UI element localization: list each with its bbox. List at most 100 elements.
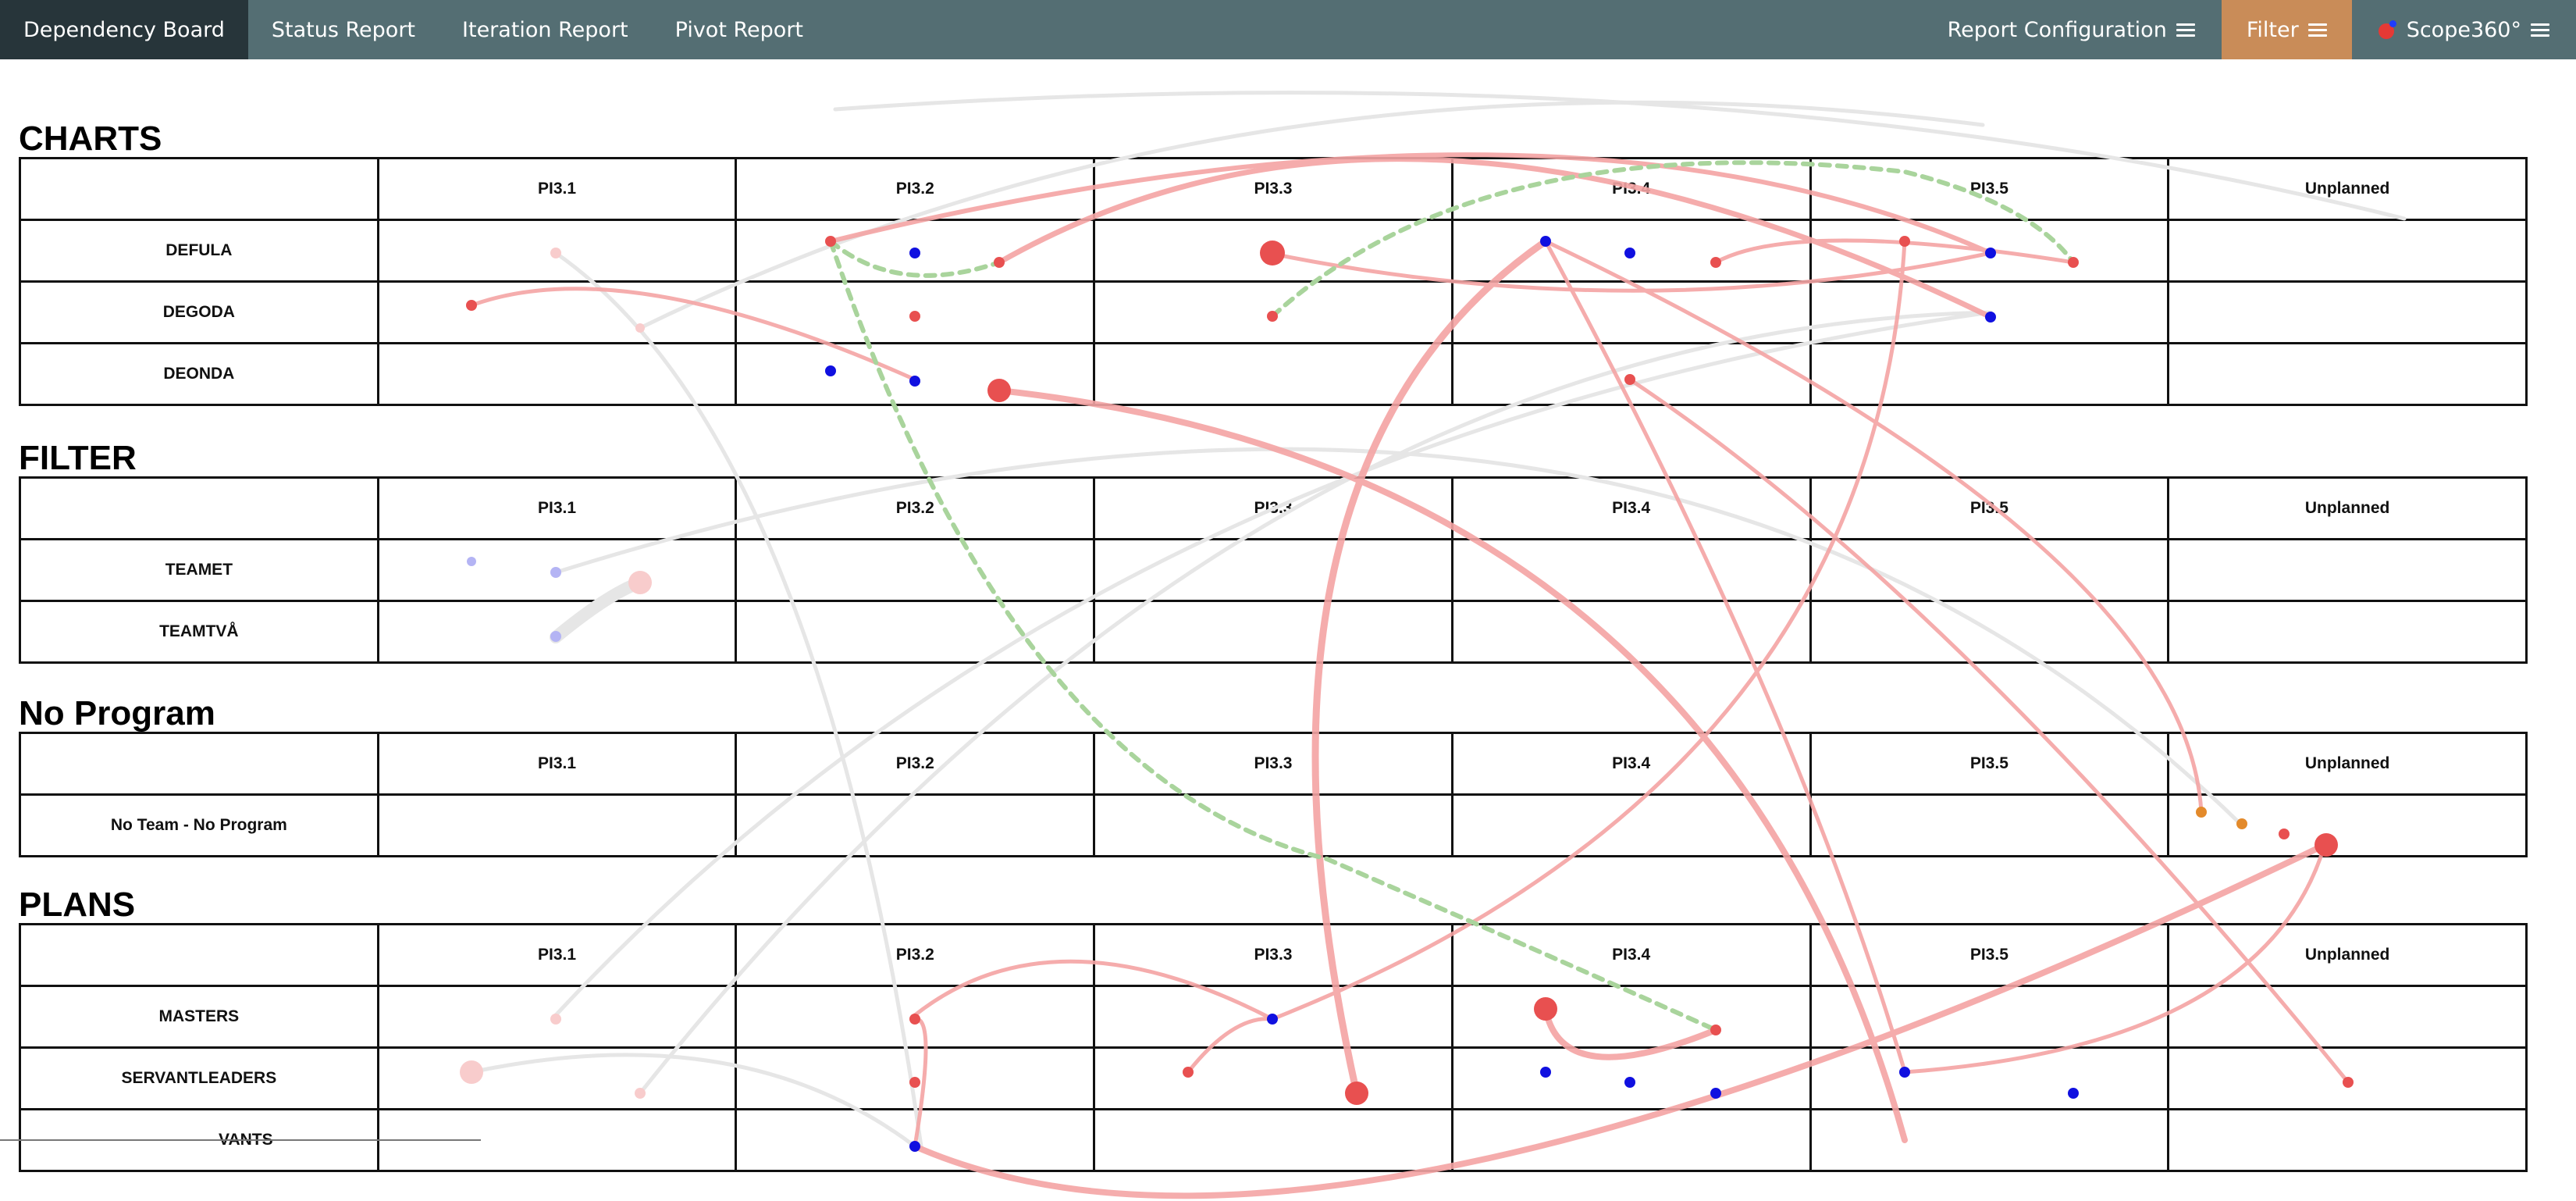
tab-dependency-board[interactable]: Dependency Board xyxy=(0,0,248,59)
board-cell[interactable] xyxy=(1450,342,1812,406)
board-cell[interactable] xyxy=(1450,1108,1812,1172)
column-header: PI3.2 xyxy=(735,157,1096,221)
corner-cell xyxy=(19,476,379,540)
column-header: Unplanned xyxy=(2167,732,2528,796)
board-cell[interactable] xyxy=(735,600,1096,664)
filter-label: Filter xyxy=(2246,17,2299,42)
board-cell[interactable] xyxy=(376,600,738,664)
board-cell[interactable] xyxy=(1093,342,1453,406)
report-configuration-button[interactable]: Report Configuration xyxy=(1921,0,2222,59)
column-header: PI3.5 xyxy=(1809,157,2170,221)
board-cell[interactable] xyxy=(1809,538,2170,602)
board-cell[interactable] xyxy=(1093,1108,1453,1172)
column-header: PI3.2 xyxy=(735,732,1096,796)
corner-cell xyxy=(19,923,379,987)
board-cell[interactable] xyxy=(1093,793,1453,857)
column-header: PI3.1 xyxy=(376,923,738,987)
column-header: PI3.4 xyxy=(1450,157,1812,221)
board-cell[interactable] xyxy=(376,793,738,857)
board-cell[interactable] xyxy=(735,793,1096,857)
row-label-team: TEAMET xyxy=(19,538,379,602)
column-header: PI3.1 xyxy=(376,157,738,221)
column-header: PI3.2 xyxy=(735,476,1096,540)
board-cell[interactable] xyxy=(1093,219,1453,283)
board-cell[interactable] xyxy=(1093,280,1453,344)
board-cell[interactable] xyxy=(1093,538,1453,602)
board-cell[interactable] xyxy=(1450,985,1812,1049)
board-filter: PI3.1 PI3.2 PI3.3 PI3.4 PI3.5 Unplanned … xyxy=(19,476,2528,664)
menu-icon xyxy=(2307,20,2327,40)
board-cell[interactable] xyxy=(2167,219,2528,283)
board-cell[interactable] xyxy=(376,280,738,344)
corner-cell xyxy=(19,157,379,221)
section-title-plans: PLANS xyxy=(19,886,136,924)
section-title-filter: FILTER xyxy=(19,439,137,477)
board-cell[interactable] xyxy=(735,219,1096,283)
row-label-team: VANTS xyxy=(19,1108,379,1172)
board-cell[interactable] xyxy=(2167,600,2528,664)
row-label-team: MASTERS xyxy=(19,985,379,1049)
scope360-logo-icon xyxy=(2378,20,2397,39)
column-header: Unplanned xyxy=(2167,476,2528,540)
board-cell[interactable] xyxy=(1450,600,1812,664)
report-configuration-label: Report Configuration xyxy=(1947,17,2167,42)
board-cell[interactable] xyxy=(2167,1108,2528,1172)
board-cell[interactable] xyxy=(2167,538,2528,602)
column-header: PI3.5 xyxy=(1809,732,2170,796)
board-cell[interactable] xyxy=(735,1108,1096,1172)
column-header: PI3.3 xyxy=(1093,157,1453,221)
board-no-program: PI3.1 PI3.2 PI3.3 PI3.4 PI3.5 Unplanned … xyxy=(19,732,2528,857)
board-cell[interactable] xyxy=(1093,985,1453,1049)
column-header: PI3.4 xyxy=(1450,923,1812,987)
board-cell[interactable] xyxy=(1450,219,1812,283)
board-cell[interactable] xyxy=(1809,342,2170,406)
board-cell[interactable] xyxy=(735,538,1096,602)
column-header: PI3.3 xyxy=(1093,923,1453,987)
board-cell[interactable] xyxy=(735,342,1096,406)
board-cell[interactable] xyxy=(1809,219,2170,283)
tab-iteration-report[interactable]: Iteration Report xyxy=(439,0,652,59)
row-label-team: DEONDA xyxy=(19,342,379,406)
scope360-label: Scope360° xyxy=(2406,17,2521,42)
column-header: PI3.4 xyxy=(1450,732,1812,796)
board-cell[interactable] xyxy=(2167,342,2528,406)
board-cell[interactable] xyxy=(1450,280,1812,344)
board-cell[interactable] xyxy=(1809,1046,2170,1110)
filter-button[interactable]: Filter xyxy=(2221,0,2352,59)
column-header: PI3.5 xyxy=(1809,923,2170,987)
board-cell[interactable] xyxy=(735,280,1096,344)
board-cell[interactable] xyxy=(735,985,1096,1049)
tab-pivot-report[interactable]: Pivot Report xyxy=(652,0,827,59)
row-label-team: TEAMTVÅ xyxy=(19,600,379,664)
board-cell[interactable] xyxy=(1093,600,1453,664)
board-cell[interactable] xyxy=(376,1046,738,1110)
column-header: PI3.1 xyxy=(376,476,738,540)
board-cell[interactable] xyxy=(2167,280,2528,344)
column-header: Unplanned xyxy=(2167,923,2528,987)
board-cell[interactable] xyxy=(2167,793,2528,857)
board-cell[interactable] xyxy=(1093,1046,1453,1110)
board-cell[interactable] xyxy=(376,985,738,1049)
board-cell[interactable] xyxy=(1809,985,2170,1049)
board-cell[interactable] xyxy=(376,1108,738,1172)
board-cell[interactable] xyxy=(376,342,738,406)
board-cell[interactable] xyxy=(735,1046,1096,1110)
dependency-line-faded[interactable] xyxy=(553,310,1993,1017)
board-cell[interactable] xyxy=(2167,985,2528,1049)
board-cell[interactable] xyxy=(2167,1046,2528,1110)
column-header: PI3.3 xyxy=(1093,732,1453,796)
board-cell[interactable] xyxy=(1450,793,1812,857)
column-header: PI3.4 xyxy=(1450,476,1812,540)
board-cell[interactable] xyxy=(1450,1046,1812,1110)
tab-status-report[interactable]: Status Report xyxy=(248,0,439,59)
top-navigation-bar: Dependency Board Status Report Iteration… xyxy=(0,0,2576,59)
column-header: PI3.5 xyxy=(1809,476,2170,540)
board-cell[interactable] xyxy=(376,219,738,283)
board-cell[interactable] xyxy=(1450,538,1812,602)
board-cell[interactable] xyxy=(1809,793,2170,857)
board-cell[interactable] xyxy=(1809,1108,2170,1172)
board-cell[interactable] xyxy=(376,538,738,602)
board-cell[interactable] xyxy=(1809,600,2170,664)
scope360-button[interactable]: Scope360° xyxy=(2352,0,2576,59)
board-cell[interactable] xyxy=(1809,280,2170,344)
